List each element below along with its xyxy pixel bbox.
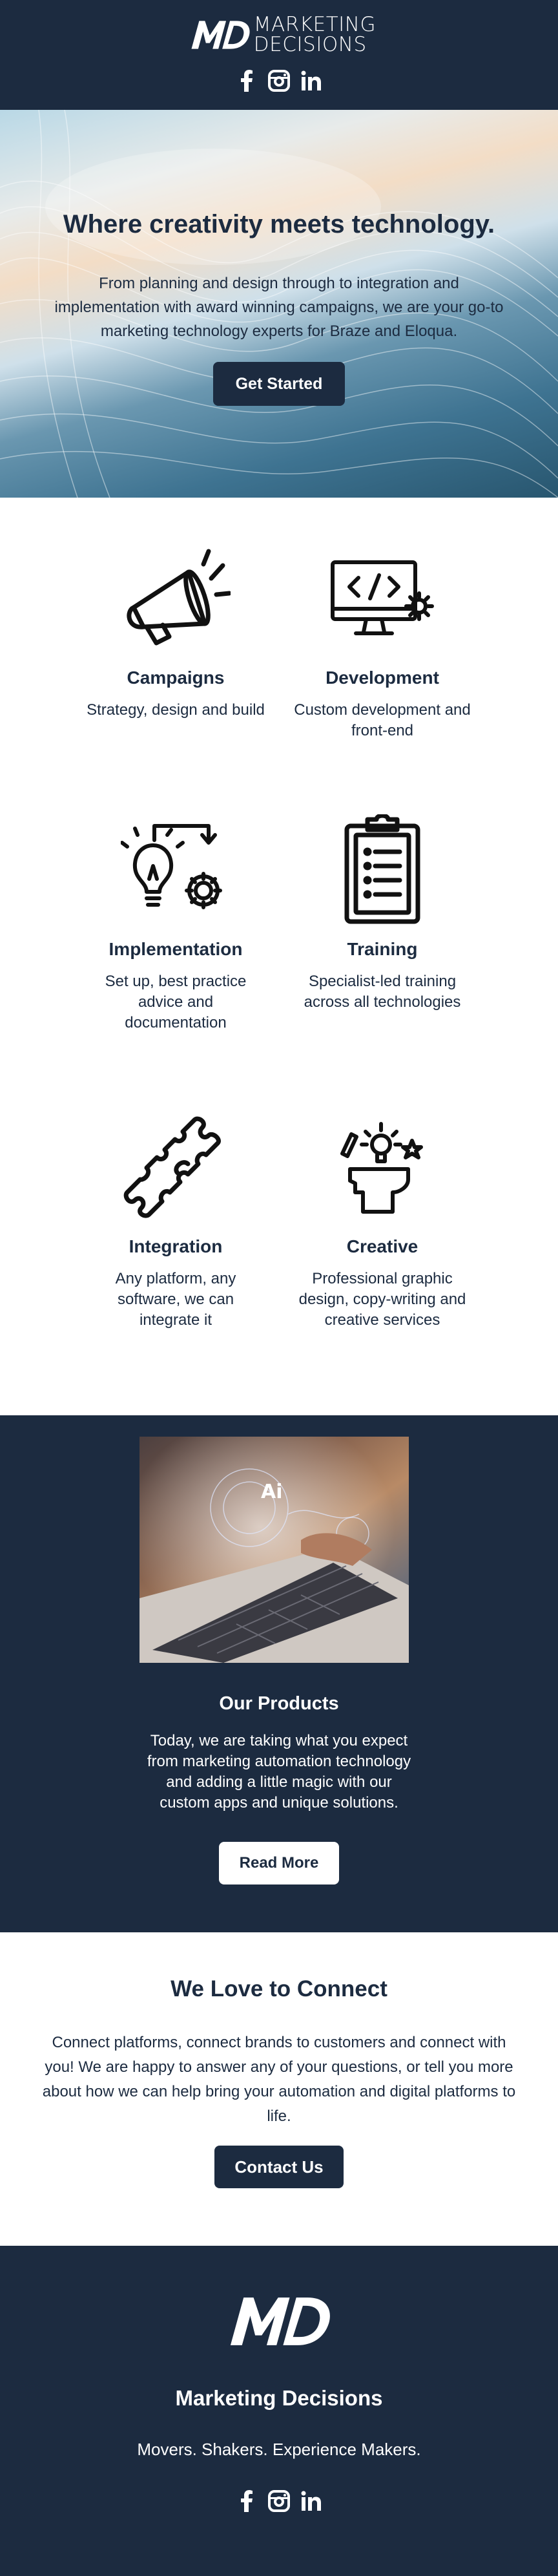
brand-line-1: MARKETING bbox=[253, 13, 376, 36]
brand-line-2: DECISIONS bbox=[253, 33, 367, 56]
megaphone-icon bbox=[111, 540, 240, 656]
brand-wordmark: MARKETING DECISIONS bbox=[254, 15, 376, 55]
read-more-button[interactable]: Read More bbox=[219, 1842, 339, 1884]
facebook-icon[interactable] bbox=[236, 70, 258, 92]
contact-us-button[interactable]: Contact Us bbox=[214, 2146, 344, 2188]
products-section: Ai Our Products Today, we are taking wha… bbox=[0, 1415, 558, 1932]
connect-title: We Love to Connect bbox=[170, 1976, 388, 2001]
site-footer: Marketing Decisions Movers. Shakers. Exp… bbox=[0, 2246, 558, 2576]
service-text: Custom development and front-end bbox=[294, 701, 471, 739]
footer-tagline: Movers. Shakers. Experience Makers. bbox=[137, 2440, 421, 2459]
get-started-button[interactable]: Get Started bbox=[213, 362, 345, 406]
brand-logo[interactable]: MARKETING DECISIONS bbox=[189, 12, 376, 58]
instagram-icon[interactable] bbox=[268, 70, 290, 92]
service-title: Creative bbox=[346, 1236, 418, 1256]
hero-description: From planning and design through to inte… bbox=[54, 275, 504, 340]
facebook-icon[interactable] bbox=[236, 2490, 258, 2512]
hero-section: Where creativity meets technology. From … bbox=[0, 110, 558, 498]
lightbulb-gear-icon bbox=[111, 811, 240, 927]
footer-social-links bbox=[0, 2490, 558, 2512]
creative-head-icon bbox=[318, 1108, 447, 1225]
service-integration: Integration Any platform, any software, … bbox=[85, 1108, 266, 1331]
service-title: Implementation bbox=[108, 939, 243, 959]
service-text: Specialist-led training across all techn… bbox=[304, 973, 461, 1011]
service-implementation: Implementation Set up, best practice adv… bbox=[85, 811, 266, 1033]
products-description: Today, we are taking what you expect fro… bbox=[147, 1732, 411, 1811]
connect-description: Connect platforms, connect brands to cus… bbox=[42, 2034, 516, 2125]
ai-label: Ai bbox=[261, 1481, 283, 1503]
puzzle-icon bbox=[111, 1108, 240, 1225]
linkedin-icon[interactable] bbox=[300, 70, 322, 92]
service-text: Set up, best practice advice and documen… bbox=[105, 973, 247, 1031]
clipboard-icon bbox=[318, 811, 447, 927]
service-title: Integration bbox=[129, 1236, 223, 1256]
service-text: Professional graphic design, copy-writin… bbox=[298, 1270, 466, 1329]
service-campaigns: Campaigns Strategy, design and build bbox=[85, 540, 266, 721]
products-title: Our Products bbox=[219, 1693, 339, 1714]
site-header: MARKETING DECISIONS bbox=[0, 0, 558, 110]
service-training: Training Specialist-led training across … bbox=[292, 811, 473, 1013]
footer-company-name: Marketing Decisions bbox=[175, 2386, 383, 2410]
hero-title: Where creativity meets technology. bbox=[63, 210, 495, 238]
instagram-icon[interactable] bbox=[268, 2490, 290, 2512]
md-logo-mark bbox=[230, 2297, 330, 2345]
code-monitor-icon bbox=[318, 540, 447, 656]
service-text: Strategy, design and build bbox=[87, 701, 265, 719]
service-creative: Creative Professional graphic design, co… bbox=[292, 1108, 473, 1331]
service-development: Development Custom development and front… bbox=[292, 540, 473, 741]
services-section: Campaigns Strategy, design and build Dev… bbox=[0, 498, 558, 1415]
connect-section: We Love to Connect Connect platforms, co… bbox=[0, 1932, 558, 2246]
ai-laptop-image: Ai bbox=[140, 1437, 409, 1663]
header-social-links bbox=[0, 70, 558, 92]
service-title: Training bbox=[347, 939, 418, 959]
service-text: Any platform, any software, we can integ… bbox=[115, 1270, 236, 1329]
linkedin-icon[interactable] bbox=[300, 2490, 322, 2512]
md-logo-mark bbox=[191, 21, 250, 49]
service-title: Development bbox=[326, 668, 439, 688]
service-title: Campaigns bbox=[127, 668, 225, 688]
